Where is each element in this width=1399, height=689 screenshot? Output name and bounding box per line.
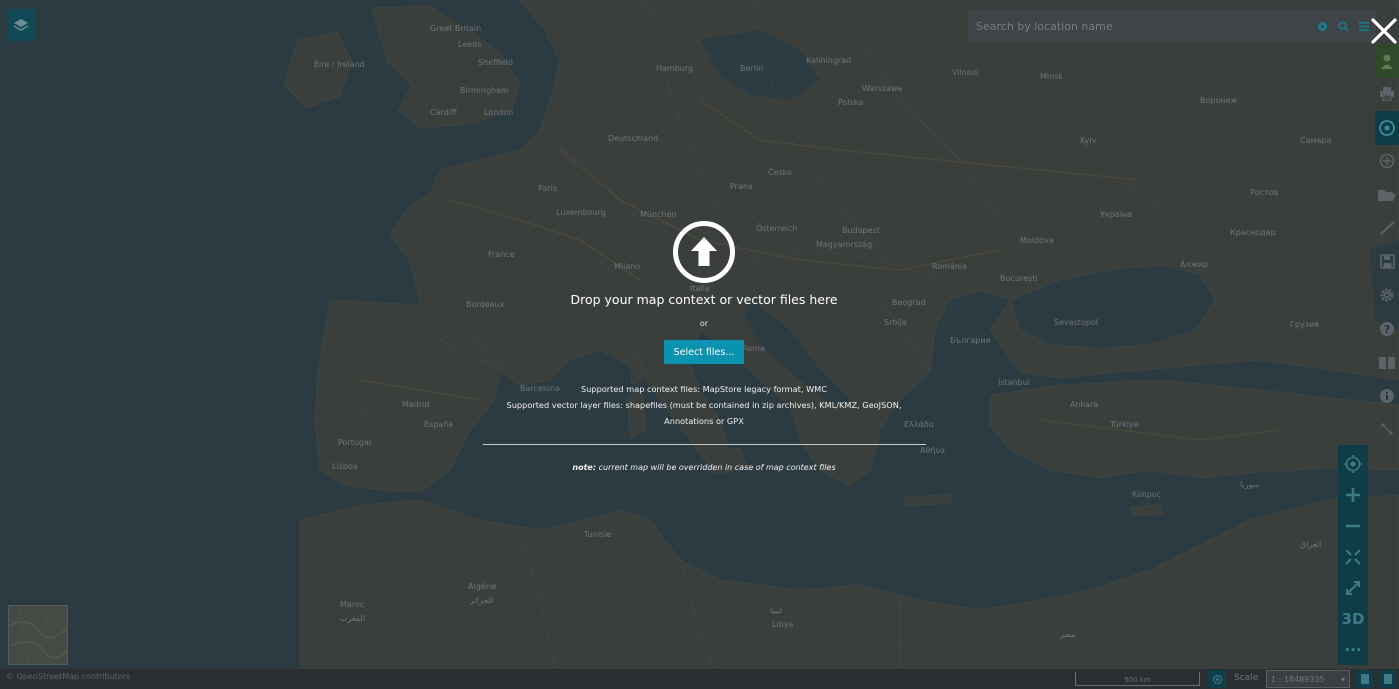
- upload-arrow-icon: [673, 221, 735, 283]
- close-overlay-button[interactable]: [1369, 16, 1399, 46]
- drop-title: Drop your map context or vector files he…: [570, 292, 838, 307]
- select-files-button[interactable]: Select files...: [664, 340, 744, 364]
- note-text: current map will be overridden in case o…: [596, 463, 836, 472]
- note-label: note:: [572, 463, 597, 472]
- or-separator: or: [699, 319, 709, 328]
- supported-vector-files-text-continued: Annotations or GPX: [664, 416, 744, 426]
- supported-context-files-text: Supported map context files: MapStore le…: [581, 384, 827, 394]
- divider: [483, 444, 926, 445]
- close-icon: [1371, 18, 1397, 44]
- drop-files-overlay[interactable]: Drop your map context or vector files he…: [0, 0, 1399, 689]
- supported-vector-files-text: Supported vector layer files: shapefiles…: [506, 400, 902, 410]
- override-note: note: current map will be overridden in …: [404, 463, 1004, 472]
